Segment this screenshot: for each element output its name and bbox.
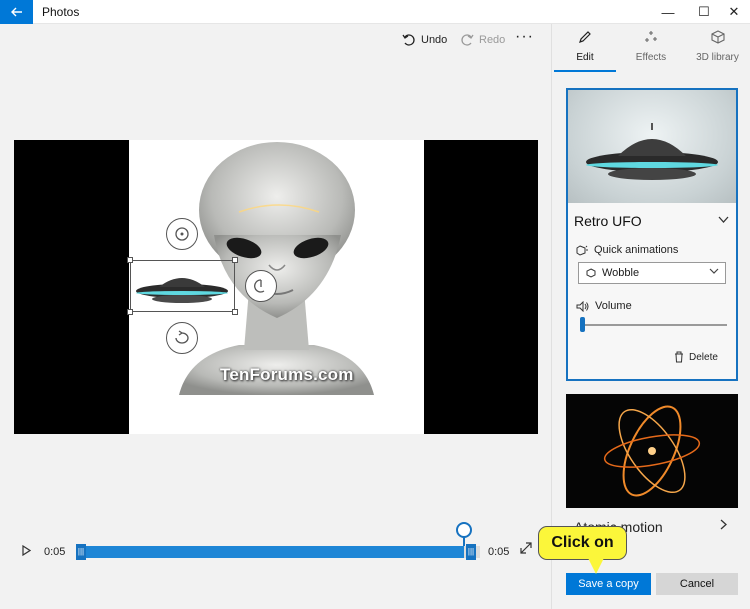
minimize-button[interactable]: — — [650, 0, 686, 24]
collapse-chevron-icon[interactable] — [718, 212, 729, 226]
rotate-y-handle[interactable] — [245, 270, 277, 302]
redo-button[interactable]: Redo — [460, 33, 505, 47]
timeline-track[interactable] — [76, 546, 480, 558]
cube-icon — [710, 30, 725, 44]
tab-edit-label: Edit — [576, 52, 594, 63]
selection-corner-handle[interactable] — [232, 309, 238, 315]
speaker-icon — [576, 300, 589, 312]
redo-label: Redo — [479, 34, 506, 46]
expand-icon — [520, 542, 532, 554]
tab-3d-library-label: 3D library — [696, 52, 739, 63]
effect-card-atomic-motion[interactable]: Atomic motion — [566, 394, 738, 541]
ufo-thumbnail-image — [586, 123, 718, 180]
click-on-callout: Click on — [538, 526, 627, 560]
selected-3d-object[interactable] — [130, 260, 235, 312]
delete-button[interactable]: Delete — [674, 351, 718, 363]
volume-label: Volume — [595, 300, 632, 312]
animation-icon — [576, 244, 588, 256]
undo-label: Undo — [421, 34, 448, 46]
tab-edit[interactable]: Edit — [552, 24, 618, 74]
rotate-icon — [175, 330, 189, 344]
quick-animations-label: Quick animations — [594, 244, 679, 256]
trim-start-handle[interactable]: ||| — [76, 544, 86, 560]
volume-heading: Volume — [576, 300, 632, 312]
back-button[interactable] — [0, 0, 33, 24]
play-icon — [22, 544, 32, 557]
cube-small-icon — [586, 268, 596, 278]
back-arrow-icon — [10, 7, 22, 17]
rotate-icon — [175, 227, 189, 241]
end-time: 0:05 — [488, 546, 510, 558]
watermark-text: TenForums.com — [220, 365, 354, 384]
ufo-model-image — [136, 278, 228, 303]
atomic-motion-thumbnail-image — [566, 394, 738, 508]
model-title: Retro UFO — [574, 213, 642, 229]
chevron-down-icon — [709, 266, 719, 277]
model-thumbnail — [568, 90, 736, 203]
redo-icon — [461, 34, 474, 46]
undo-icon — [402, 34, 415, 46]
selection-corner-handle[interactable] — [127, 257, 133, 263]
volume-slider-track[interactable] — [582, 324, 727, 326]
expand-button[interactable] — [520, 542, 532, 557]
timeline-progress-fill — [76, 546, 464, 558]
right-panel: Edit Effects 3D library Retro UFO Quick … — [551, 24, 750, 609]
rotate-z-handle[interactable] — [166, 322, 198, 354]
save-a-copy-button[interactable]: Save a copy — [566, 573, 651, 595]
selected-tab-indicator — [554, 70, 616, 72]
tab-effects-label: Effects — [635, 52, 667, 63]
callout-pointer — [588, 558, 604, 574]
more-options-button[interactable]: ··· — [515, 28, 534, 46]
volume-slider-thumb[interactable] — [580, 317, 585, 332]
animation-select[interactable]: Wobble — [578, 262, 726, 284]
cancel-button[interactable]: Cancel — [656, 573, 738, 595]
selected-model-card: Retro UFO Quick animations Wobble Volume… — [566, 88, 738, 381]
close-button[interactable]: ✕ — [716, 0, 750, 24]
pencil-icon — [579, 31, 591, 43]
sparkle-icon — [645, 31, 657, 42]
panel-tabs: Edit Effects 3D library — [552, 24, 750, 74]
trash-icon — [675, 351, 683, 363]
rotate-icon — [254, 279, 265, 293]
play-button[interactable] — [22, 544, 32, 559]
tab-effects[interactable]: Effects — [618, 24, 684, 74]
quick-animations-heading: Quick animations — [576, 244, 678, 256]
rotate-x-handle[interactable] — [166, 218, 198, 250]
animation-select-value: Wobble — [602, 267, 640, 279]
playhead-handle[interactable] — [456, 522, 472, 538]
selection-corner-handle[interactable] — [127, 309, 133, 315]
selection-corner-handle[interactable] — [232, 257, 238, 263]
delete-label: Delete — [689, 351, 718, 363]
trim-end-handle[interactable]: ||| — [466, 544, 476, 560]
current-time: 0:05 — [44, 546, 66, 558]
title-bar: Photos — ☐ ✕ — [0, 0, 750, 24]
tab-3d-library[interactable]: 3D library — [684, 24, 750, 74]
undo-button[interactable]: Undo — [402, 33, 447, 47]
app-title: Photos — [42, 5, 80, 19]
chevron-right-icon — [720, 518, 727, 533]
